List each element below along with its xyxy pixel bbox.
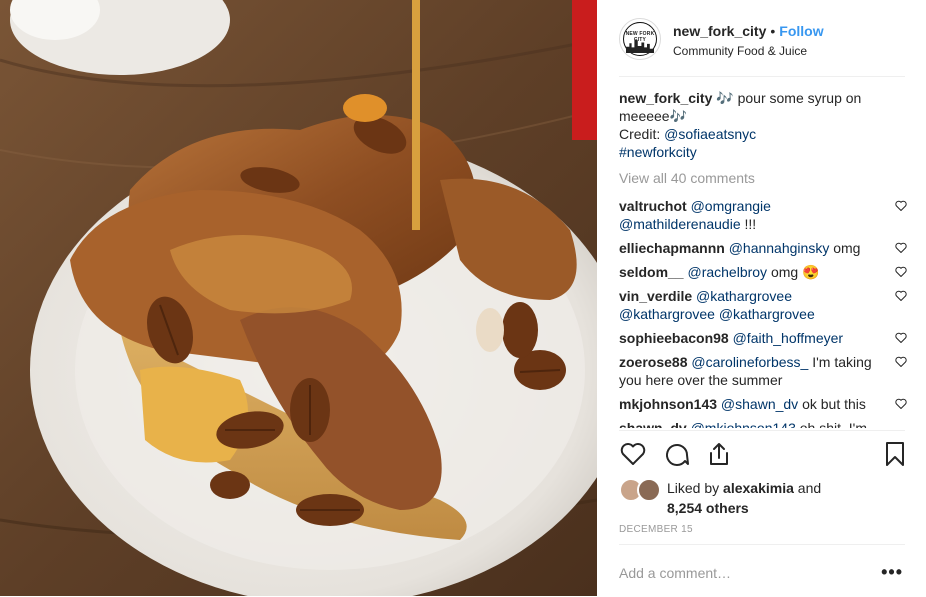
comment-text: !!! — [740, 216, 757, 232]
likes-summary: Liked by alexakimia and 8,254 others — [619, 478, 909, 518]
share-icon[interactable] — [705, 440, 733, 468]
avatar-wordmark: NEW FORK CITY — [625, 31, 655, 43]
comment-mentions[interactable]: @carolineforbess_ — [691, 354, 808, 370]
comment-text: oh shit. I'm — [795, 420, 868, 428]
comment-heart-icon[interactable] — [895, 266, 907, 277]
comment-text: ok but this — [798, 396, 866, 412]
avatar[interactable]: NEW FORK CITY — [619, 18, 661, 60]
comment-username[interactable]: mkjohnson143 — [619, 396, 717, 412]
heart-icon[interactable] — [619, 440, 647, 468]
comment-icon[interactable] — [663, 440, 691, 468]
add-comment-input[interactable]: Add a comment… — [619, 565, 731, 581]
comment-bar: Add a comment… ••• — [619, 544, 905, 597]
comment-item: shawn_dv @mkjohnson143 oh shit. I'm — [619, 419, 909, 428]
french-toast-image — [0, 0, 597, 596]
comment-item: sophieebacon98 @faith_hoffmeyer — [619, 329, 909, 347]
bookmark-icon[interactable] — [881, 440, 909, 468]
post-header: NEW FORK CITY new_fork_city • Follow Commu… — [619, 14, 905, 77]
comment-text: omg — [829, 240, 861, 256]
caption: new_fork_city 🎶 pour some syrup on meeee… — [619, 89, 909, 161]
comment-mentions[interactable]: @hannahginsky — [729, 240, 830, 256]
likes-prefix: Liked by — [667, 480, 724, 496]
header-info: new_fork_city • Follow Community Food & Ju… — [673, 22, 824, 60]
view-all-comments-link[interactable]: View all 40 comments — [619, 169, 909, 187]
follow-button[interactable]: Follow — [779, 23, 823, 39]
comment-item: zoerose88 @carolineforbess_ I'm taking y… — [619, 353, 909, 389]
comment-mentions[interactable]: @rachelbroy — [687, 264, 767, 280]
comment-heart-icon[interactable] — [895, 200, 907, 211]
separator-dot: • — [770, 23, 776, 39]
comment-username[interactable]: seldom__ — [619, 264, 684, 280]
likes-middle: and — [793, 480, 822, 496]
comment-mentions[interactable]: @shawn_dv — [721, 396, 798, 412]
liker-username[interactable]: alexakimia — [723, 480, 794, 496]
comment-item: valtruchot @omgrangie @mathilderenaudie … — [619, 197, 909, 233]
likes-others-link[interactable]: 8,254 others — [667, 500, 749, 516]
post-container: NEW FORK CITY new_fork_city • Follow Commu… — [0, 0, 926, 596]
comment-heart-icon[interactable] — [895, 332, 907, 343]
comment-mentions[interactable]: @mkjohnson143 — [691, 420, 796, 428]
comment-heart-icon[interactable] — [895, 356, 907, 367]
action-bar — [619, 440, 909, 470]
more-options-icon[interactable]: ••• — [881, 562, 903, 583]
comment-item: mkjohnson143 @shawn_dv ok but this — [619, 395, 909, 413]
comment-mentions[interactable]: @faith_hoffmeyer — [733, 330, 843, 346]
caption-username[interactable]: new_fork_city — [619, 90, 712, 106]
credit-label: Credit: — [619, 126, 661, 142]
comment-item: vin_verdile @kathargrovee @kathargrovee … — [619, 287, 909, 323]
header-username[interactable]: new_fork_city — [673, 23, 766, 39]
likes-text: Liked by alexakimia and 8,254 others — [667, 478, 821, 518]
comment-username[interactable]: elliechapmannn — [619, 240, 725, 256]
comment-username[interactable]: shawn_dv — [619, 420, 687, 428]
comment-heart-icon[interactable] — [895, 290, 907, 301]
credit-handle[interactable]: @sofiaeatsnyc — [664, 126, 756, 142]
hashtag-link[interactable]: #newforkcity — [619, 144, 697, 160]
location-link[interactable]: Community Food & Juice — [673, 42, 824, 60]
comment-item: seldom__ @rachelbroy omg 😍 — [619, 263, 909, 281]
liker-avatar[interactable] — [637, 478, 661, 502]
comment-username[interactable]: valtruchot — [619, 198, 687, 214]
post-photo[interactable] — [0, 0, 597, 596]
comment-item: elliechapmannn @hannahginsky omg — [619, 239, 909, 257]
comment-username[interactable]: vin_verdile — [619, 288, 692, 304]
comment-heart-icon[interactable] — [895, 398, 907, 409]
actions-divider — [619, 430, 905, 431]
post-panel: NEW FORK CITY new_fork_city • Follow Commu… — [597, 0, 926, 596]
comment-username[interactable]: zoerose88 — [619, 354, 687, 370]
comment-heart-icon[interactable] — [895, 242, 907, 253]
comment-text: omg 😍 — [767, 264, 820, 280]
comments-list[interactable]: new_fork_city 🎶 pour some syrup on meeee… — [619, 88, 909, 428]
comment-username[interactable]: sophieebacon98 — [619, 330, 729, 346]
post-date[interactable]: DECEMBER 15 — [619, 524, 693, 535]
